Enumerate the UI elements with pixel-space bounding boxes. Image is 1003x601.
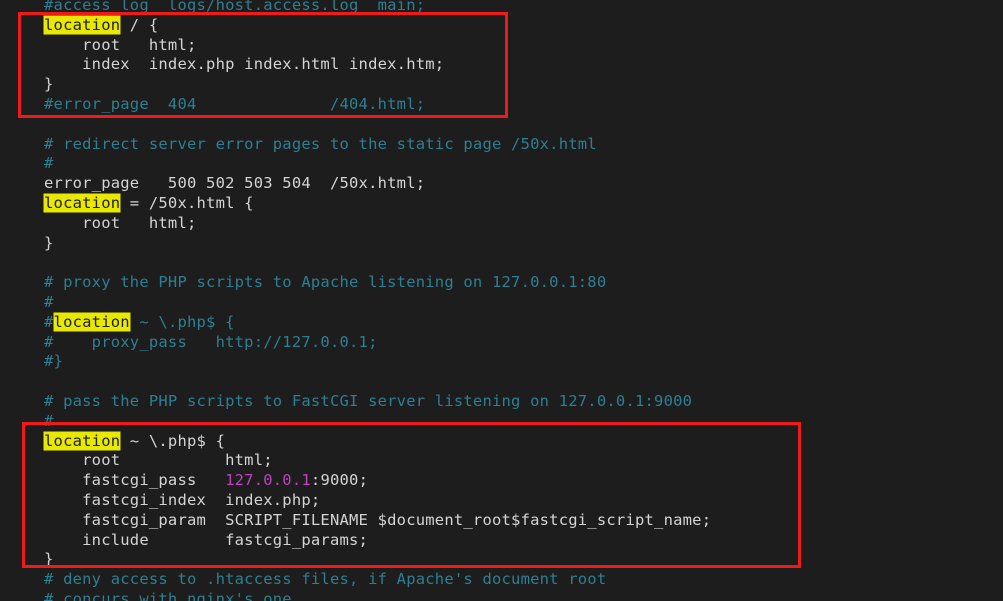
code-token: include fastcgi_params; — [44, 530, 369, 549]
code-token: fastcgi_param SCRIPT_FILENAME $document_… — [44, 510, 712, 529]
code-token: } — [44, 550, 54, 569]
code-line[interactable]: include fastcgi_params; — [0, 531, 1003, 551]
comment-token: # — [44, 154, 54, 173]
code-token: fastcgi_index index.php; — [44, 490, 321, 509]
code-token: root html; — [44, 213, 197, 232]
code-token: index index.php index.html index.htm; — [44, 55, 445, 74]
comment-token: # concurs with nginx's one — [44, 589, 292, 601]
code-token: error_page 500 502 503 504 /50x.html; — [44, 174, 426, 193]
code-line[interactable]: fastcgi_pass 127.0.0.1:9000; — [0, 471, 1003, 491]
code-line[interactable]: error_page 500 502 503 504 /50x.html; — [0, 174, 1003, 194]
code-line[interactable] — [0, 253, 1003, 273]
code-line[interactable]: #access_log logs/host.access.log main; — [0, 0, 1003, 16]
code-line[interactable]: root html; — [0, 451, 1003, 471]
code-line[interactable]: root html; — [0, 214, 1003, 234]
code-token: } — [44, 233, 54, 252]
ip-literal-token: 127.0.0.1 — [225, 471, 311, 490]
code-line[interactable]: # redirect server error pages to the sta… — [0, 135, 1003, 155]
code-token: / { — [120, 15, 159, 34]
code-line[interactable]: root html; — [0, 36, 1003, 56]
comment-token: # proxy_pass http://127.0.0.1; — [44, 332, 378, 351]
comment-token: # — [44, 312, 54, 331]
code-token: } — [44, 75, 54, 94]
code-line[interactable]: #} — [0, 352, 1003, 372]
comment-token: # — [44, 411, 54, 430]
comment-token: # proxy the PHP scripts to Apache listen… — [44, 273, 607, 292]
code-line[interactable]: fastcgi_index index.php; — [0, 491, 1003, 511]
code-line[interactable]: fastcgi_param SCRIPT_FILENAME $document_… — [0, 511, 1003, 531]
terminal-screen: #access_log logs/host.access.log main; lo… — [0, 0, 1003, 601]
code-line[interactable]: location ~ \.php$ { — [0, 431, 1003, 452]
comment-token: #error_page 404 /404.html; — [44, 94, 426, 113]
comment-token: # — [44, 292, 54, 311]
comment-token: # redirect server error pages to the sta… — [44, 134, 597, 153]
code-line[interactable]: # proxy_pass http://127.0.0.1; — [0, 333, 1003, 353]
comment-token: ~ \.php$ { — [129, 312, 235, 331]
code-line[interactable]: # — [0, 293, 1003, 313]
code-token: root html; — [44, 35, 197, 54]
comment-token: # pass the PHP scripts to FastCGI server… — [44, 391, 693, 410]
code-line[interactable] — [0, 115, 1003, 135]
code-token: fastcgi_pass — [44, 471, 226, 490]
code-line[interactable]: } — [0, 234, 1003, 254]
code-token: root html; — [44, 451, 273, 470]
code-token: :9000; — [310, 471, 369, 490]
code-line[interactable]: location = /50x.html { — [0, 193, 1003, 214]
code-line[interactable]: # pass the PHP scripts to FastCGI server… — [0, 392, 1003, 412]
search-highlight-token: location — [44, 15, 121, 34]
comment-token: #} — [44, 352, 64, 371]
code-line[interactable]: } — [0, 75, 1003, 95]
code-line[interactable]: # deny access to .htaccess files, if Apa… — [0, 570, 1003, 590]
code-line[interactable] — [0, 372, 1003, 392]
code-line[interactable]: #location ~ \.php$ { — [0, 312, 1003, 333]
comment-token: # deny access to .htaccess files, if Apa… — [44, 570, 607, 589]
code-line[interactable]: } — [0, 550, 1003, 570]
code-line[interactable]: # concurs with nginx's one — [0, 590, 1003, 601]
code-line[interactable]: #error_page 404 /404.html; — [0, 95, 1003, 115]
comment-token: #access_log logs/host.access.log main; — [44, 0, 426, 14]
code-line[interactable]: # — [0, 154, 1003, 174]
code-line[interactable]: # proxy the PHP scripts to Apache listen… — [0, 273, 1003, 293]
code-line[interactable]: index index.php index.html index.htm; — [0, 55, 1003, 75]
code-token: ~ \.php$ { — [120, 431, 226, 450]
search-highlight-token: location — [44, 193, 121, 212]
code-line[interactable]: location / { — [0, 15, 1003, 36]
code-line[interactable]: # — [0, 412, 1003, 432]
config-file-content[interactable]: #access_log logs/host.access.log main; lo… — [0, 0, 1003, 601]
search-highlight-token: location — [44, 431, 121, 450]
search-highlight-token: location — [53, 312, 130, 331]
code-token: = /50x.html { — [120, 193, 254, 212]
